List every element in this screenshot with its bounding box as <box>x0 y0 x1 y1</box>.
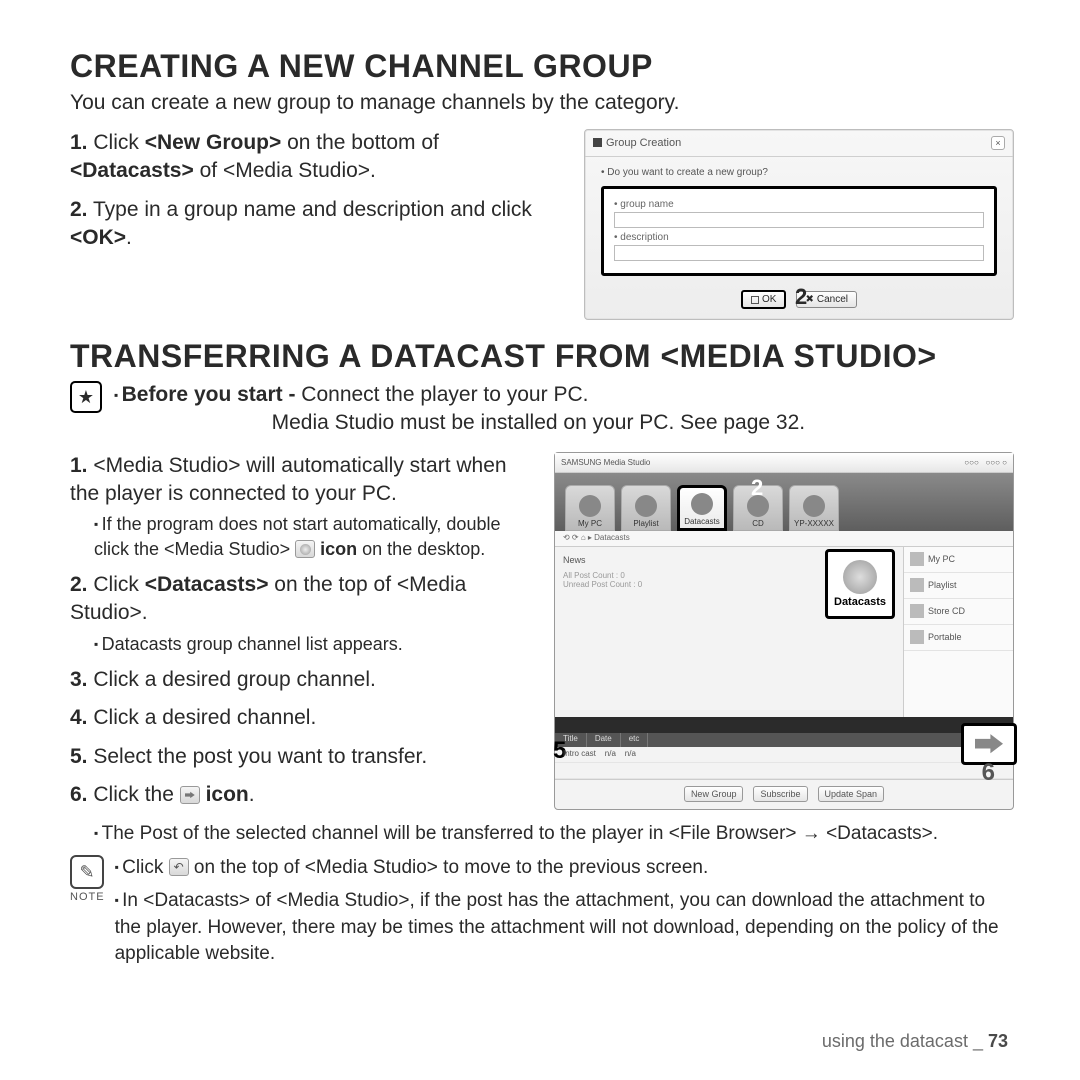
datacasts-big-icon: Datacasts <box>825 549 895 619</box>
device-icon <box>803 495 825 517</box>
note-line1: Click on the top of <Media Studio> to mo… <box>115 855 1014 882</box>
label-description: • description <box>614 232 984 243</box>
dialog-title: Group Creation <box>593 137 681 149</box>
star-icon: ★ <box>70 381 102 413</box>
transfer-icon <box>180 786 200 804</box>
note-icon: ✎ <box>70 855 104 889</box>
input-description[interactable] <box>614 245 984 261</box>
back-icon <box>169 858 189 876</box>
media-studio-screenshot: SAMSUNG Media Studio ○○○ ○○○ ○ 2 My PC P… <box>554 452 1014 810</box>
right-item[interactable]: My PC <box>904 547 1013 573</box>
page-footer: using the datacast _ 73 <box>822 1031 1008 1052</box>
s2-step6: 6. Click the icon. <box>70 781 534 809</box>
s2-step4: 4. Click a desired channel. <box>70 704 534 732</box>
input-group-name[interactable] <box>614 212 984 228</box>
ok-button[interactable]: OK <box>741 290 786 309</box>
datacasts-icon <box>691 493 713 515</box>
callout-2: 2 <box>795 284 807 310</box>
playlist-icon <box>635 495 657 517</box>
s2-step5: 5. Select the post you want to transfer. <box>70 743 534 771</box>
note-label: NOTE <box>70 891 105 903</box>
subscribe-button[interactable]: Subscribe <box>753 786 807 802</box>
section1-lead: You can create a new group to manage cha… <box>70 91 1014 115</box>
pc-icon <box>579 495 601 517</box>
check-icon <box>751 296 759 304</box>
s2-step6-sub: The Post of the selected channel will be… <box>94 823 1014 845</box>
studio-titlebar: SAMSUNG Media Studio ○○○ ○○○ ○ <box>555 453 1013 473</box>
section1-title: CREATING A NEW CHANNEL GROUP <box>70 48 1014 85</box>
list-row[interactable]: Intro cast n/a n/a <box>555 747 1013 763</box>
right-item[interactable]: Playlist <box>904 573 1013 599</box>
close-icon[interactable]: × <box>991 136 1005 150</box>
list-row[interactable] <box>555 763 1013 779</box>
arrow-icon <box>975 732 1003 756</box>
section2-title: TRANSFERRING A DATACAST FROM <MEDIA STUD… <box>70 338 1014 375</box>
update-span-button[interactable]: Update Span <box>818 786 885 802</box>
callout-2-tabs: 2 <box>751 475 763 501</box>
tab-datacasts[interactable]: Datacasts <box>677 485 727 531</box>
before-you-start: Before you start - Connect the player to… <box>114 381 805 438</box>
tab-device[interactable]: YP-XXXXX <box>789 485 839 531</box>
media-studio-icon <box>295 540 315 558</box>
s2-step2: 2. Click <Datacasts> on the top of <Medi… <box>70 571 534 656</box>
s1-step1: 1. Click <New Group> on the bottom of <D… <box>70 129 564 186</box>
note-line2: In <Datacasts> of <Media Studio>, if the… <box>115 888 1014 968</box>
right-item[interactable]: Portable <box>904 625 1013 651</box>
s2-step3: 3. Click a desired group channel. <box>70 666 534 694</box>
dialog-question: • Do you want to create a new group? <box>601 167 997 178</box>
tab-mypc[interactable]: My PC <box>565 485 615 531</box>
callout-6: 6 <box>982 759 995 787</box>
list-header: TitleDateetc <box>555 733 1013 747</box>
s2-step1-sub: If the program does not start automatica… <box>94 512 534 561</box>
group-creation-dialog: Group Creation × • Do you want to create… <box>584 129 1014 320</box>
s1-step2: 2. Type in a group name and description … <box>70 196 564 253</box>
label-group-name: • group name <box>614 199 984 210</box>
s2-step2-sub: Datacasts group channel list appears. <box>94 632 534 656</box>
studio-path: ⟲ ⟳ ⌂ ▸ Datacasts <box>555 531 1013 547</box>
app-icon <box>593 138 602 147</box>
s2-step1: 1. <Media Studio> will automatically sta… <box>70 452 534 561</box>
dialog-fields-callout: • group name • description <box>601 186 997 276</box>
new-group-button[interactable]: New Group <box>684 786 744 802</box>
right-item[interactable]: Store CD <box>904 599 1013 625</box>
tab-playlist[interactable]: Playlist <box>621 485 671 531</box>
